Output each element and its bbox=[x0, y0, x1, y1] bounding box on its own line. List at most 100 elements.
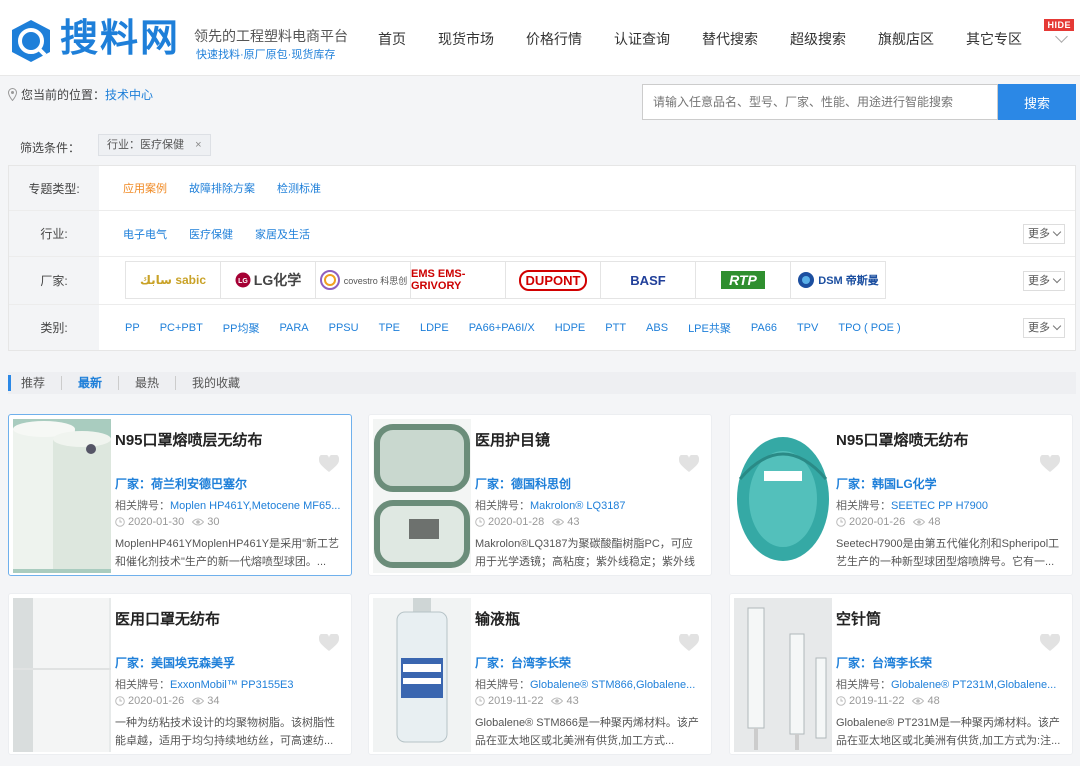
filter-option[interactable]: 医疗保健 bbox=[189, 226, 233, 242]
article-views: 48 bbox=[927, 695, 940, 707]
article-date: 2020-01-26 bbox=[849, 516, 906, 528]
article-maker: 厂家：德国科思创 bbox=[475, 477, 572, 491]
search-button[interactable]: 搜索 bbox=[998, 84, 1076, 120]
nav-certification[interactable]: 认证查询 bbox=[598, 28, 686, 50]
filter-option[interactable]: PA66 bbox=[751, 322, 777, 334]
site-logo-icon[interactable] bbox=[8, 18, 54, 64]
filter-option[interactable]: 应用案例 bbox=[123, 180, 167, 196]
clock-icon bbox=[475, 696, 485, 706]
filter-option[interactable]: 家居及生活 bbox=[255, 226, 310, 242]
filter-option[interactable]: PP均聚 bbox=[223, 320, 260, 336]
filter-option[interactable]: TPV bbox=[797, 322, 818, 334]
brand-logo-sabic[interactable]: سابك sabic bbox=[125, 261, 221, 299]
brand-logo-lg-chem[interactable]: LG LG化学 bbox=[220, 261, 316, 299]
tab-recommended[interactable]: 推荐 bbox=[21, 376, 61, 390]
filter-option[interactable]: PA66+PA6I/X bbox=[469, 322, 535, 334]
article-title[interactable]: N95口罩熔喷层无纺布 bbox=[115, 429, 263, 450]
article-grade: 相关牌号：SEETEC PP H7900 bbox=[836, 500, 989, 512]
article-date: 2020-01-28 bbox=[488, 516, 545, 528]
site-brand-name[interactable]: 搜料网 bbox=[60, 14, 180, 64]
favorite-heart-icon[interactable] bbox=[1040, 455, 1060, 473]
article-description: Makrolon®LQ3187为聚碳酸酯树脂PC，可应用于光学透镜；高粘度；紫外… bbox=[475, 538, 695, 568]
filter-option[interactable]: LPE共聚 bbox=[688, 320, 731, 336]
favorite-heart-icon[interactable] bbox=[319, 634, 339, 652]
close-icon[interactable]: × bbox=[195, 139, 201, 151]
article-title[interactable]: 空针筒 bbox=[836, 608, 881, 629]
article-grade-link[interactable]: Makrolon® LQ3187 bbox=[530, 500, 626, 512]
hide-badge[interactable]: HIDE bbox=[1044, 19, 1074, 31]
article-thumbnail[interactable] bbox=[13, 598, 111, 752]
nav-price-trends[interactable]: 价格行情 bbox=[510, 28, 598, 50]
article-grade-link[interactable]: Globalene® PT231M,Globalene... bbox=[891, 679, 1056, 691]
active-filter-text: 行业：医疗保健 bbox=[107, 139, 184, 151]
filter-option[interactable]: ABS bbox=[646, 322, 668, 334]
article-card[interactable]: N95口罩熔喷层无纺布 厂家：荷兰利安德巴塞尔 相关牌号：Moplen HP461Y… bbox=[8, 414, 352, 576]
favorite-heart-icon[interactable] bbox=[1040, 634, 1060, 652]
filter-option[interactable]: PTT bbox=[605, 322, 626, 334]
favorite-heart-icon[interactable] bbox=[679, 634, 699, 652]
article-thumbnail[interactable] bbox=[13, 419, 111, 573]
nav-super-search[interactable]: 超级搜索 bbox=[774, 28, 862, 50]
chevron-down-icon[interactable] bbox=[1055, 30, 1068, 43]
brand-logo-covestro[interactable]: covestro 科思创 bbox=[315, 261, 411, 299]
more-button[interactable]: 更多 bbox=[1023, 223, 1065, 244]
brand-logo-rtp[interactable]: RTP bbox=[695, 261, 791, 299]
article-grade-link[interactable]: Globalene® STM866,Globalene... bbox=[530, 679, 695, 691]
article-card[interactable]: 空针筒 厂家：台湾李长荣 相关牌号：Globalene® PT231M,Global… bbox=[729, 593, 1073, 755]
search-input[interactable] bbox=[642, 84, 998, 120]
filter-option[interactable]: PARA bbox=[279, 322, 308, 334]
brand-logo-list: سابك sabic LG LG化学 covestro 科思创 EMS EMS-… bbox=[125, 261, 886, 299]
article-title[interactable]: N95口罩熔喷无纺布 bbox=[836, 429, 969, 450]
article-grade-link[interactable]: Moplen HP461Y,Metocene MF65... bbox=[170, 500, 340, 512]
article-card[interactable]: N95口罩熔喷无纺布 厂家：韩国LG化学 相关牌号：SEETEC PP H7900 2… bbox=[729, 414, 1073, 576]
filter-option[interactable]: 检测标准 bbox=[277, 180, 321, 196]
filter-option[interactable]: PC+PBT bbox=[160, 322, 203, 334]
brand-logo-dsm[interactable]: DSM 帝斯曼 bbox=[790, 261, 886, 299]
nav-spot-market[interactable]: 现货市场 bbox=[422, 28, 510, 50]
article-thumbnail[interactable] bbox=[734, 419, 832, 573]
article-meta: 2020-01-26 34 bbox=[115, 695, 220, 707]
filter-option[interactable]: 电子电气 bbox=[123, 226, 167, 242]
article-grade-link[interactable]: ExxonMobil™ PP3155E3 bbox=[170, 679, 294, 691]
filter-option[interactable]: LDPE bbox=[420, 322, 449, 334]
filter-condition-label: 筛选条件： bbox=[20, 141, 81, 155]
article-thumbnail[interactable] bbox=[734, 598, 832, 752]
favorite-heart-icon[interactable] bbox=[679, 455, 699, 473]
filter-option[interactable]: PP bbox=[125, 322, 140, 334]
filter-option[interactable]: HDPE bbox=[555, 322, 586, 334]
covestro-logo-icon bbox=[319, 270, 340, 290]
article-card[interactable]: 医用护目镜厂家：德国科思创相关牌号：Makrolon® LQ3187 2020-0… bbox=[368, 414, 712, 576]
tab-accent-bar bbox=[8, 375, 11, 391]
filter-option[interactable]: TPO ( POE ) bbox=[838, 322, 900, 334]
filter-row-label: 厂家: bbox=[9, 257, 99, 304]
article-card[interactable]: 输液瓶 厂家：台湾李长荣 相关牌号：Globalene® STM866,Global… bbox=[368, 593, 712, 755]
nav-flagship-stores[interactable]: 旗舰店区 bbox=[862, 28, 950, 50]
brand-logo-dupont[interactable]: DUPONT bbox=[505, 261, 601, 299]
article-card[interactable]: 医用口罩无纺布 厂家：美国埃克森美孚 相关牌号：ExxonMobil™ PP3155… bbox=[8, 593, 352, 755]
nav-home[interactable]: 首页 bbox=[362, 28, 422, 50]
article-maker: 厂家：美国埃克森美孚 bbox=[115, 656, 236, 670]
location-pin-icon bbox=[8, 88, 17, 101]
article-grade-link[interactable]: SEETEC PP H7900 bbox=[891, 500, 988, 512]
article-title[interactable]: 医用护目镜 bbox=[475, 429, 550, 450]
article-thumbnail[interactable] bbox=[373, 598, 471, 752]
article-title[interactable]: 输液瓶 bbox=[475, 608, 520, 629]
filter-option[interactable]: 故障排除方案 bbox=[189, 180, 255, 196]
more-button[interactable]: 更多 bbox=[1023, 270, 1065, 291]
filter-option[interactable]: PPSU bbox=[329, 322, 359, 334]
brand-logo-ems[interactable]: EMS EMS-GRIVORY bbox=[410, 261, 506, 299]
breadcrumb: 您当前的位置： 技术中心 bbox=[8, 86, 153, 103]
tab-my-favorites[interactable]: 我的收藏 bbox=[175, 376, 256, 390]
breadcrumb-link-tech-center[interactable]: 技术中心 bbox=[105, 86, 153, 103]
filter-option[interactable]: TPE bbox=[379, 322, 400, 334]
article-grade: 相关牌号：Makrolon® LQ3187 bbox=[475, 500, 626, 512]
tab-hottest[interactable]: 最热 bbox=[118, 376, 175, 390]
tab-latest[interactable]: 最新 bbox=[61, 376, 118, 390]
nav-other-zones[interactable]: 其它专区 bbox=[950, 28, 1038, 50]
nav-substitute-search[interactable]: 替代搜索 bbox=[686, 28, 774, 50]
article-thumbnail[interactable] bbox=[373, 419, 471, 573]
favorite-heart-icon[interactable] bbox=[319, 455, 339, 473]
brand-logo-basf[interactable]: BASF bbox=[600, 261, 696, 299]
article-title[interactable]: 医用口罩无纺布 bbox=[115, 608, 220, 629]
more-button[interactable]: 更多 bbox=[1023, 317, 1065, 338]
